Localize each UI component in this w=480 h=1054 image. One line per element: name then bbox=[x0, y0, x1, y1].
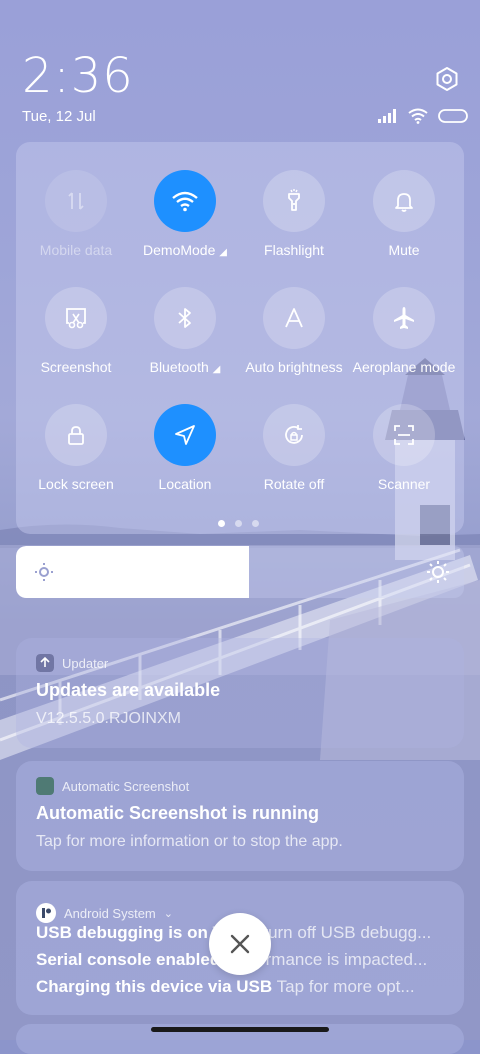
tile-scanner[interactable]: Scanner bbox=[349, 404, 459, 492]
mobile-data-icon bbox=[68, 192, 84, 210]
android-system-app-icon bbox=[36, 903, 56, 923]
location-icon bbox=[175, 425, 195, 445]
date-label: Tue, 12 Jul bbox=[22, 108, 96, 125]
brightness-high-icon bbox=[427, 561, 449, 583]
tile-label: Lock screen bbox=[38, 476, 114, 492]
tile-screenshot[interactable]: Screenshot bbox=[21, 287, 131, 375]
tile-bluetooth[interactable]: Bluetooth ◢ bbox=[130, 287, 240, 375]
tile-mute[interactable]: Mute bbox=[349, 170, 459, 258]
updater-app-icon bbox=[36, 654, 54, 672]
rotate-icon bbox=[285, 425, 303, 444]
screenshot-icon bbox=[66, 308, 86, 329]
brightness-low-icon bbox=[35, 563, 53, 581]
notification-updater[interactable]: Updater Updates are available V12.5.5.0.… bbox=[16, 638, 464, 748]
auto-brightness-icon bbox=[285, 308, 303, 328]
wifi-icon bbox=[172, 191, 198, 212]
tile-lock-screen[interactable]: Lock screen bbox=[21, 404, 131, 492]
page-dot bbox=[218, 520, 225, 527]
page-dot bbox=[252, 520, 259, 527]
tile-label: Scanner bbox=[377, 476, 431, 492]
tile-label: Mute bbox=[388, 242, 420, 258]
expand-arrow-icon: ◢ bbox=[219, 247, 227, 258]
notification-title: Updates are available bbox=[36, 680, 221, 700]
tile-label: DemoMode bbox=[143, 242, 216, 258]
tile-label: Auto brightness bbox=[245, 359, 343, 375]
signal-icon bbox=[378, 109, 396, 123]
flashlight-icon bbox=[288, 189, 300, 211]
line-bold: Charging this device via USB bbox=[36, 977, 273, 996]
notification-body: Tap for more information or to stop the … bbox=[36, 833, 343, 850]
tile-airplane[interactable]: Aeroplane mode bbox=[349, 287, 459, 375]
chevron-down-icon[interactable]: ⌄ bbox=[164, 907, 173, 920]
clock: 2:36 bbox=[22, 48, 134, 104]
lock-icon bbox=[68, 426, 84, 445]
bell-icon bbox=[395, 193, 413, 212]
line-rest: Tap for more opt... bbox=[276, 977, 415, 996]
notification-app-name: Updater bbox=[62, 655, 109, 671]
tile-label: Aeroplane mode bbox=[352, 359, 456, 375]
notification-auto-screenshot[interactable]: Automatic Screenshot Automatic Screensho… bbox=[16, 761, 464, 871]
auto-screenshot-app-icon bbox=[36, 777, 54, 795]
system-icons bbox=[378, 108, 470, 124]
bluetooth-icon bbox=[178, 308, 191, 328]
close-icon bbox=[230, 934, 250, 954]
status-bar: 2:36 Tue, 12 Jul bbox=[0, 0, 480, 140]
brightness-slider[interactable] bbox=[16, 546, 464, 598]
page-indicator bbox=[218, 520, 259, 527]
tile-mobile-data[interactable]: Mobile data bbox=[21, 170, 131, 258]
notification-app-name: Android System bbox=[64, 905, 156, 921]
wifi-status-icon bbox=[408, 108, 428, 124]
line-bold: Serial console enabled bbox=[36, 950, 221, 969]
tile-wifi[interactable]: DemoMode ◢ bbox=[130, 170, 240, 258]
tile-label: Mobile data bbox=[39, 242, 113, 258]
airplane-icon bbox=[394, 307, 414, 329]
notification-line: Charging this device via USB Tap for mor… bbox=[36, 977, 446, 997]
tile-label: Screenshot bbox=[40, 359, 112, 375]
notification-title: Automatic Screenshot is running bbox=[36, 803, 320, 823]
settings-icon[interactable] bbox=[434, 66, 460, 92]
tile-label: Bluetooth bbox=[149, 359, 209, 375]
tile-label: Location bbox=[158, 476, 212, 492]
line-bold: USB debugging is on bbox=[36, 923, 208, 942]
tile-label: Flashlight bbox=[264, 242, 324, 258]
tile-rotate[interactable]: Rotate off bbox=[239, 404, 349, 492]
tile-flashlight[interactable]: Flashlight bbox=[239, 170, 349, 258]
notification-app-name: Automatic Screenshot bbox=[62, 778, 190, 794]
home-indicator[interactable] bbox=[151, 1027, 329, 1032]
page-dot bbox=[235, 520, 242, 527]
battery-icon bbox=[438, 109, 468, 123]
tile-auto-brightness[interactable]: Auto brightness bbox=[239, 287, 349, 375]
tile-location[interactable]: Location bbox=[130, 404, 240, 492]
tile-label: Rotate off bbox=[263, 476, 325, 492]
clear-all-button[interactable] bbox=[209, 913, 271, 975]
expand-arrow-icon: ◢ bbox=[212, 364, 221, 375]
scanner-icon bbox=[394, 425, 414, 445]
notification-body: V12.5.5.0.RJOINXM bbox=[36, 710, 181, 727]
